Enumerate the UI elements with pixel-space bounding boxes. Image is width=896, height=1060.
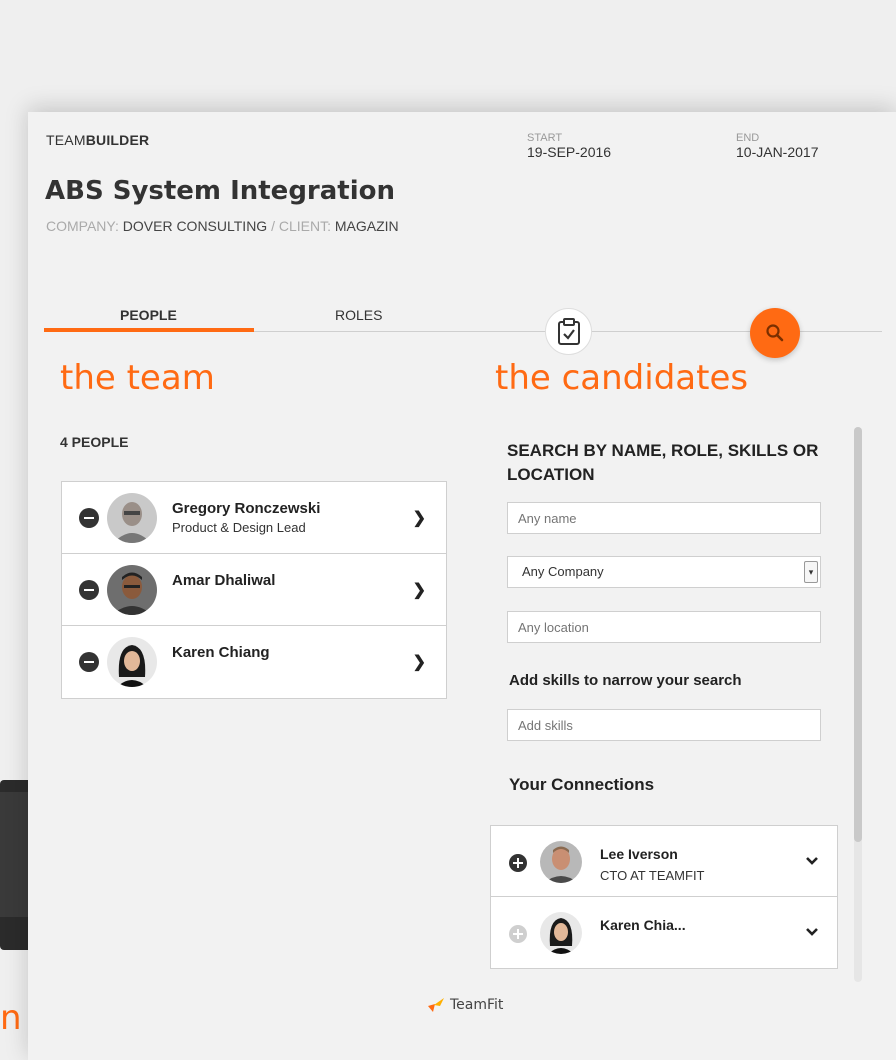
- meta-separator: /: [271, 218, 275, 234]
- connection-name: Lee Iverson: [600, 846, 678, 862]
- search-button[interactable]: [750, 308, 800, 358]
- remove-member-icon[interactable]: [79, 652, 99, 672]
- chevron-down-icon[interactable]: [805, 925, 819, 939]
- teambuilder-card: TEAMBUILDER START 19-SEP-2016 END 10-JAN…: [28, 112, 896, 1060]
- team-list: Gregory Ronczewski Product & Design Lead…: [61, 481, 447, 699]
- clipboard-check-icon: [557, 317, 580, 345]
- teamfit-logo-icon: [428, 998, 444, 1012]
- avatar: [107, 493, 157, 543]
- chevron-right-icon[interactable]: ❯: [413, 652, 426, 672]
- company-label: COMPANY:: [46, 218, 119, 234]
- company-value: DOVER CONSULTING: [122, 218, 268, 234]
- project-title: ABS System Integration: [45, 176, 396, 206]
- tab-roles[interactable]: ROLES: [335, 307, 382, 323]
- end-date-value: 10-JAN-2017: [736, 144, 819, 160]
- team-member-row[interactable]: Amar Dhaliwal ❯: [62, 554, 446, 626]
- candidates-section-title: the candidates: [495, 358, 749, 398]
- clipboard-button[interactable]: [545, 308, 592, 355]
- connection-role: CTO AT TEAMFIT: [600, 868, 705, 883]
- skills-label: Add skills to narrow your search: [509, 672, 742, 689]
- background-orange-text: n: [0, 998, 22, 1038]
- search-heading: SEARCH BY NAME, ROLE, SKILLS OR LOCATION: [507, 441, 819, 484]
- company-select-value: Any Company: [522, 564, 604, 579]
- candidates-scrollbar[interactable]: [854, 427, 862, 982]
- scrollbar-thumb[interactable]: [854, 427, 862, 842]
- remove-member-icon[interactable]: [79, 508, 99, 528]
- add-member-icon[interactable]: [509, 854, 527, 872]
- team-member-row[interactable]: Karen Chiang ❯: [62, 626, 446, 698]
- member-role: Product & Design Lead: [172, 520, 306, 535]
- skills-input[interactable]: [507, 709, 821, 741]
- end-date-label: END: [736, 132, 760, 144]
- team-section-title: the team: [60, 358, 215, 398]
- teamfit-logo-text: TeamFit: [450, 997, 504, 1013]
- avatar: [540, 841, 582, 883]
- remove-member-icon[interactable]: [79, 580, 99, 600]
- add-member-icon[interactable]: [509, 925, 527, 943]
- search-icon: [766, 324, 784, 342]
- client-label: CLIENT:: [278, 218, 331, 234]
- tab-people[interactable]: PEOPLE: [120, 307, 177, 323]
- chevron-down-icon[interactable]: [805, 854, 819, 868]
- app-brand: TEAMBUILDER: [46, 132, 149, 148]
- connections-list: Lee Iverson CTO AT TEAMFIT Karen Chia...: [490, 825, 838, 969]
- chevron-right-icon[interactable]: ❯: [413, 580, 426, 600]
- candidate-search-panel: SEARCH BY NAME, ROLE, SKILLS OR LOCATION…: [490, 427, 850, 982]
- connection-row[interactable]: Lee Iverson CTO AT TEAMFIT: [491, 826, 837, 897]
- client-value: MAGAZIN: [334, 218, 399, 234]
- connection-name: Karen Chia...: [600, 917, 686, 933]
- active-tab-indicator: [44, 328, 254, 332]
- member-name: Gregory Ronczewski: [172, 500, 321, 517]
- name-search-input[interactable]: [507, 502, 821, 534]
- member-name: Amar Dhaliwal: [172, 572, 276, 589]
- avatar: [107, 565, 157, 615]
- location-input[interactable]: [507, 611, 821, 643]
- avatar: [540, 912, 582, 954]
- end-date: END 10-JAN-2017: [736, 132, 819, 160]
- start-date: START 19-SEP-2016: [527, 132, 611, 160]
- people-count: 4 PEOPLE: [60, 434, 129, 450]
- company-select[interactable]: Any Company ▾: [507, 556, 821, 588]
- team-member-row[interactable]: Gregory Ronczewski Product & Design Lead…: [62, 482, 446, 554]
- start-date-label: START: [527, 132, 563, 144]
- brand-bold: BUILDER: [85, 132, 150, 148]
- avatar: [107, 637, 157, 687]
- chevron-right-icon[interactable]: ❯: [413, 508, 426, 528]
- member-name: Karen Chiang: [172, 644, 270, 661]
- project-meta: COMPANY: DOVER CONSULTING / CLIENT: MAGA…: [46, 218, 399, 234]
- connections-title: Your Connections: [509, 775, 655, 794]
- connection-row[interactable]: Karen Chia...: [491, 897, 837, 968]
- dropdown-arrow-icon[interactable]: ▾: [804, 561, 818, 583]
- brand-light: TEAM: [46, 132, 86, 148]
- teamfit-logo: TeamFit: [426, 996, 503, 1014]
- start-date-value: 19-SEP-2016: [527, 144, 612, 160]
